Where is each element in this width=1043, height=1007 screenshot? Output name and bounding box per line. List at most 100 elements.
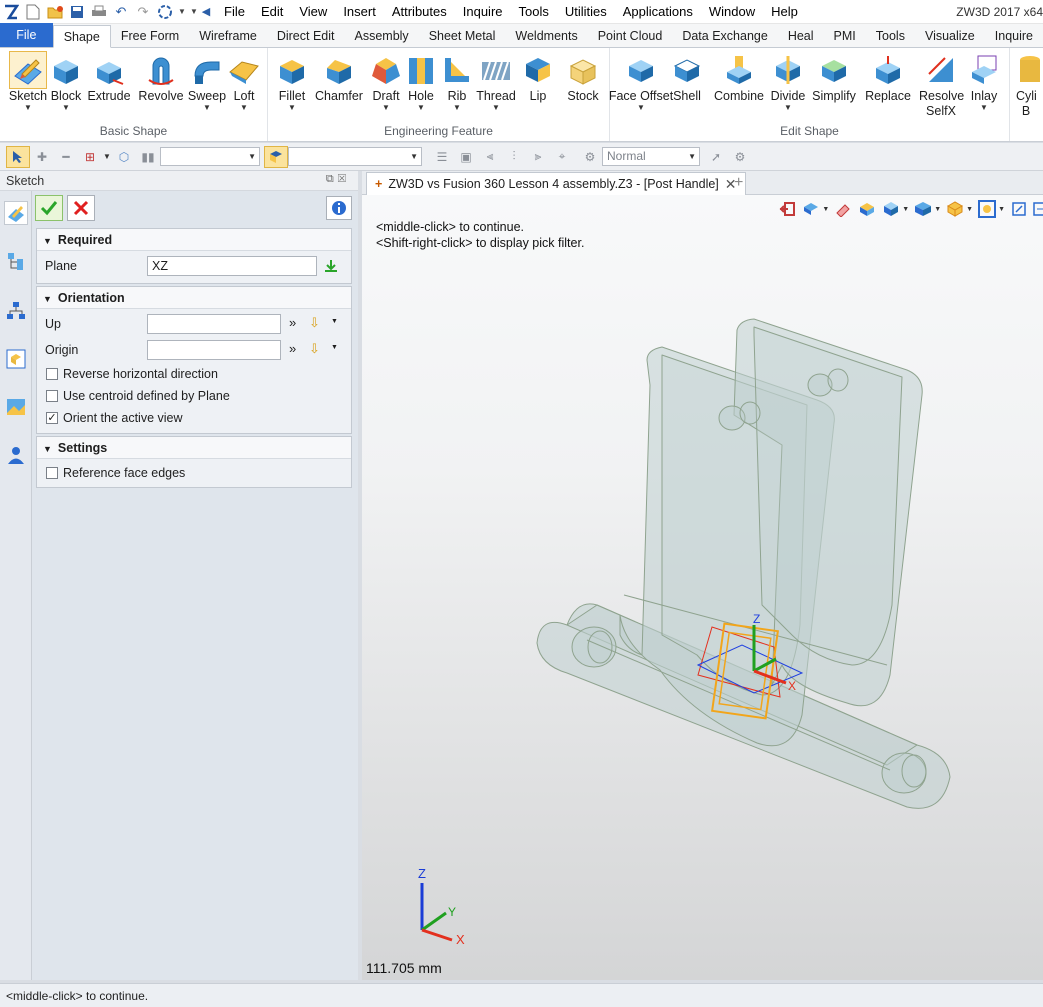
menu-collapse-icon[interactable]: ◀: [200, 2, 212, 22]
pick-filter-combo[interactable]: ▼: [288, 147, 422, 166]
app-logo-icon[interactable]: [0, 2, 22, 22]
image-manager-icon[interactable]: [4, 395, 28, 419]
remove-selection-icon[interactable]: ━: [54, 146, 78, 168]
tab-free-form[interactable]: Free Form: [111, 25, 189, 47]
redo-icon[interactable]: ↷: [132, 2, 154, 22]
shell-button[interactable]: Shell: [665, 52, 709, 104]
loft-dropdown-icon[interactable]: ▼: [240, 104, 248, 112]
save-icon[interactable]: [66, 2, 88, 22]
menu-edit[interactable]: Edit: [253, 0, 291, 24]
up-expand-icon[interactable]: »: [289, 315, 296, 330]
hole-dropdown-icon[interactable]: ▼: [417, 104, 425, 112]
plane-field[interactable]: XZ: [147, 256, 317, 276]
tab-point-cloud[interactable]: Point Cloud: [588, 25, 673, 47]
required-section-header[interactable]: ▼ Required: [37, 229, 351, 251]
tab-direct-edit[interactable]: Direct Edit: [267, 25, 345, 47]
rib-button[interactable]: Rib ▼: [435, 52, 479, 112]
draft-dropdown-icon[interactable]: ▼: [382, 104, 390, 112]
view-filter-icon[interactable]: [264, 145, 288, 168]
lip-button[interactable]: Lip: [516, 52, 560, 104]
undo-icon[interactable]: ↶: [110, 2, 132, 22]
document-tab[interactable]: + ZW3D vs Fusion 360 Lesson 4 assembly.Z…: [366, 172, 746, 195]
orient-active-view-option[interactable]: ✓ Orient the active view: [37, 407, 351, 429]
inlay-button[interactable]: Inlay ▼: [962, 52, 1006, 112]
info-button[interactable]: [326, 196, 352, 220]
tab-visualize[interactable]: Visualize: [915, 25, 985, 47]
tab-assembly[interactable]: Assembly: [345, 25, 419, 47]
menu-view[interactable]: View: [291, 0, 335, 24]
lasso-select-icon[interactable]: ⬡: [112, 146, 136, 168]
filter-icon[interactable]: ▮▮: [136, 146, 160, 168]
block-button[interactable]: Block ▼: [44, 52, 88, 112]
tab-data-exchange[interactable]: Data Exchange: [672, 25, 777, 47]
confirm-button[interactable]: [35, 195, 63, 221]
thread-dropdown-icon[interactable]: ▼: [492, 104, 500, 112]
menu-help[interactable]: Help: [763, 0, 806, 24]
orientation-section-header[interactable]: ▼ Orientation: [37, 287, 351, 309]
simplify-button[interactable]: Simplify: [812, 52, 856, 104]
box-select-dropdown-icon[interactable]: ▼: [102, 146, 112, 168]
pin-icon[interactable]: ⌖: [550, 146, 574, 168]
tab-sheet-metal[interactable]: Sheet Metal: [419, 25, 506, 47]
menu-file[interactable]: File: [216, 0, 253, 24]
face-offset-button[interactable]: Face Offset ▼: [609, 52, 673, 112]
sweep-dropdown-icon[interactable]: ▼: [203, 104, 211, 112]
block-dropdown-icon[interactable]: ▼: [62, 104, 70, 112]
render-mode-combo[interactable]: Normal ▼: [602, 147, 700, 166]
use-centroid-checkbox[interactable]: [46, 390, 58, 402]
new-tab-icon[interactable]: +: [734, 174, 743, 192]
open-file-icon[interactable]: [44, 2, 66, 22]
panel-float-icon[interactable]: ⧉: [326, 173, 338, 185]
menu-applications[interactable]: Applications: [615, 0, 701, 24]
post-handle-model[interactable]: [536, 318, 951, 809]
combine-button[interactable]: Combine: [714, 52, 764, 104]
menu-utilities[interactable]: Utilities: [557, 0, 615, 24]
replace-button[interactable]: Replace: [865, 52, 911, 104]
plane-pick-icon[interactable]: [323, 258, 339, 277]
orient-active-view-checkbox[interactable]: ✓: [46, 412, 58, 424]
layout-center-icon[interactable]: ⫶: [502, 146, 526, 168]
tab-weldments[interactable]: Weldments: [505, 25, 587, 47]
resolve-selfx-button[interactable]: Resolve SelfX: [919, 52, 964, 119]
repeat-dropdown-icon[interactable]: ▼: [176, 2, 188, 22]
cursor-icon[interactable]: ➚: [704, 146, 728, 168]
cylinder-button[interactable]: Cyli B: [1016, 52, 1043, 119]
lock-icon[interactable]: ▣: [454, 146, 478, 168]
history-tree-icon[interactable]: [4, 249, 28, 273]
new-file-icon[interactable]: [22, 2, 44, 22]
face-offset-dropdown-icon[interactable]: ▼: [637, 104, 645, 112]
chamfer-button[interactable]: Chamfer: [315, 52, 363, 104]
settings-gear-icon[interactable]: ⚙: [728, 146, 752, 168]
origin-expand-icon[interactable]: »: [289, 341, 296, 356]
loft-button[interactable]: Loft ▼: [222, 52, 266, 112]
tab-heal[interactable]: Heal: [778, 25, 824, 47]
menu-inquire[interactable]: Inquire: [455, 0, 511, 24]
quick-access-customize-icon[interactable]: ▼: [188, 2, 200, 22]
rib-dropdown-icon[interactable]: ▼: [453, 104, 461, 112]
add-selection-icon[interactable]: ✚: [30, 146, 54, 168]
user-icon[interactable]: [4, 443, 28, 467]
up-field[interactable]: [147, 314, 281, 334]
divide-dropdown-icon[interactable]: ▼: [784, 104, 792, 112]
origin-field[interactable]: [147, 340, 281, 360]
menu-window[interactable]: Window: [701, 0, 763, 24]
view-manager-icon[interactable]: [4, 347, 28, 371]
thread-button[interactable]: Thread ▼: [474, 52, 518, 112]
tab-pmi[interactable]: PMI: [824, 25, 866, 47]
stock-button[interactable]: Stock: [561, 52, 605, 104]
menu-tools[interactable]: Tools: [511, 0, 557, 24]
fillet-dropdown-icon[interactable]: ▼: [288, 104, 296, 112]
reverse-horizontal-checkbox[interactable]: [46, 368, 58, 380]
align-icon[interactable]: ☰: [430, 146, 454, 168]
tab-shape[interactable]: Shape: [52, 25, 111, 48]
tab-file[interactable]: File: [0, 23, 53, 47]
extrude-button[interactable]: Extrude: [87, 52, 131, 104]
layout-left-icon[interactable]: ⫷: [478, 146, 502, 168]
print-icon[interactable]: [88, 2, 110, 22]
sketch-panel-tab-icon[interactable]: [4, 201, 28, 225]
select-arrow-icon[interactable]: [6, 145, 30, 168]
assembly-tree-icon[interactable]: [4, 299, 28, 323]
reverse-horizontal-option[interactable]: Reverse horizontal direction: [37, 363, 351, 385]
settings-section-header[interactable]: ▼ Settings: [37, 437, 351, 459]
revolve-button[interactable]: Revolve: [138, 52, 184, 104]
